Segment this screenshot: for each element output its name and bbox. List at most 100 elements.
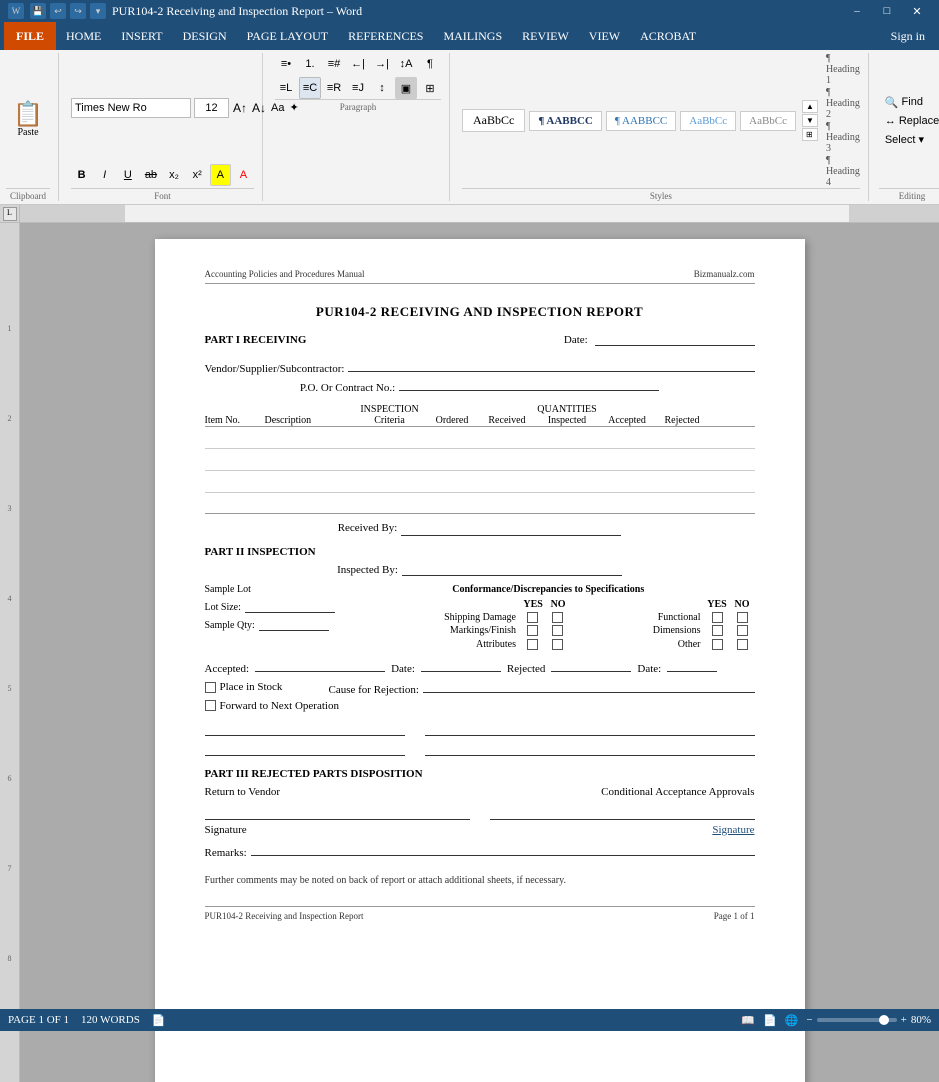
replace-button[interactable]: ↔ Replace: [879, 113, 939, 129]
editing-buttons: 🔍 Find ↔ Replace Select ▾: [879, 53, 939, 188]
decrease-indent-btn[interactable]: ←|: [347, 53, 369, 75]
decrease-font-btn[interactable]: A↓: [251, 97, 267, 119]
zoom-thumb: [879, 1015, 889, 1025]
dimensions-no-cb[interactable]: [737, 625, 748, 636]
view-read-btn[interactable]: 📖: [741, 1014, 755, 1027]
date-field: Date:: [564, 334, 755, 346]
increase-indent-btn[interactable]: →|: [371, 53, 393, 75]
select-button[interactable]: Select ▾: [879, 131, 939, 148]
part2-content: Sample Lot Lot Size: Sample Qty: Conform…: [205, 584, 755, 652]
signature-left-label: Signature: [205, 824, 247, 836]
multilevel-btn[interactable]: ≡#: [323, 53, 345, 75]
minimize-button[interactable]: –: [843, 0, 871, 22]
subscript-btn[interactable]: x₂: [164, 164, 185, 186]
style-heading4[interactable]: AaBbCc: [740, 111, 796, 131]
align-center-btn[interactable]: ≡C: [299, 77, 321, 99]
font-color-btn[interactable]: A: [233, 164, 254, 186]
markings-yes-cb[interactable]: [527, 625, 538, 636]
accepted-rejected-row: Accepted: Date: Rejected Date:: [205, 660, 755, 675]
bold-button[interactable]: B: [71, 164, 92, 186]
styles-row: AaBbCc ¶ AABBCC ¶ AABBCC AaBbCc AaBbCc ▲…: [462, 53, 860, 188]
close-button[interactable]: ✕: [903, 0, 931, 22]
style-heading3[interactable]: AaBbCc: [680, 111, 736, 131]
functional-yes-cb[interactable]: [712, 612, 723, 623]
shading-btn[interactable]: ▣: [395, 77, 417, 99]
paste-button[interactable]: 📋 Paste: [6, 99, 50, 142]
functional-no-cb[interactable]: [737, 612, 748, 623]
attributes-no-cb[interactable]: [552, 639, 563, 650]
font-size-input[interactable]: [194, 98, 229, 118]
customize-icon[interactable]: ▾: [90, 3, 106, 19]
table-row: [205, 470, 755, 492]
underline-button[interactable]: U: [117, 164, 138, 186]
place-stock-cb[interactable]: [205, 682, 216, 693]
bullets-btn[interactable]: ≡•: [275, 53, 297, 75]
shipping-label: Shipping Damage: [342, 612, 520, 623]
page-layout-menu[interactable]: PAGE LAYOUT: [237, 22, 338, 50]
attributes-yes-cb[interactable]: [527, 639, 538, 650]
ordered-col: Ordered: [425, 415, 480, 426]
sign-in-link[interactable]: Sign in: [881, 25, 935, 48]
paste-area[interactable]: 📋 Paste: [6, 53, 50, 188]
style-heading1[interactable]: ¶ AABBCC: [529, 111, 602, 131]
zoom-out-btn[interactable]: −: [806, 1014, 812, 1026]
ruler-num-7: 7: [8, 823, 12, 913]
page-count: PAGE 1 OF 1: [8, 1014, 69, 1027]
view-web-btn[interactable]: 🌐: [785, 1014, 799, 1027]
home-menu[interactable]: HOME: [56, 22, 111, 50]
paste-icon: 📋: [13, 103, 43, 127]
signature-right-link[interactable]: Signature: [712, 824, 754, 836]
design-menu[interactable]: DESIGN: [173, 22, 237, 50]
mailings-menu[interactable]: MAILINGS: [433, 22, 512, 50]
redo-icon[interactable]: ↪: [70, 3, 86, 19]
superscript-btn[interactable]: x²: [187, 164, 208, 186]
justify-btn[interactable]: ≡J: [347, 77, 369, 99]
no-label2: NO: [730, 599, 755, 610]
increase-font-btn[interactable]: A↑: [232, 97, 248, 119]
dimensions-yes-cb[interactable]: [712, 625, 723, 636]
markings-no-cb[interactable]: [552, 625, 563, 636]
font-name-input[interactable]: [71, 98, 191, 118]
shipping-no-cb[interactable]: [552, 612, 563, 623]
other-no-cb[interactable]: [737, 639, 748, 650]
sig-lines-row: [205, 806, 755, 820]
align-right-btn[interactable]: ≡R: [323, 77, 345, 99]
part2-heading: PART II INSPECTION: [205, 546, 755, 558]
doc-check-icon[interactable]: 📄: [152, 1014, 166, 1027]
rejected-date-line: [667, 660, 717, 672]
highlight-btn[interactable]: A: [210, 164, 231, 186]
zoom-in-btn[interactable]: +: [901, 1014, 907, 1026]
zoom-slider[interactable]: [817, 1018, 897, 1022]
references-menu[interactable]: REFERENCES: [338, 22, 433, 50]
find-button[interactable]: 🔍 Find: [879, 94, 939, 111]
view-print-btn[interactable]: 📄: [763, 1014, 777, 1027]
line-spacing-btn[interactable]: ↕: [371, 77, 393, 99]
insert-menu[interactable]: INSERT: [111, 22, 172, 50]
show-hide-btn[interactable]: ¶: [419, 53, 441, 75]
borders-btn[interactable]: ⊞: [419, 77, 441, 99]
strikethrough-btn[interactable]: ab: [140, 164, 161, 186]
shipping-yes-cb[interactable]: [527, 612, 538, 623]
zoom-control[interactable]: − + 80%: [806, 1014, 931, 1026]
window-controls: – □ ✕: [843, 0, 931, 22]
sort-btn[interactable]: ↕A: [395, 53, 417, 75]
acrobat-menu[interactable]: ACROBAT: [630, 22, 706, 50]
maximize-button[interactable]: □: [873, 0, 901, 22]
italic-button[interactable]: I: [94, 164, 115, 186]
ruler-marker[interactable]: L: [3, 207, 17, 221]
styles-scroll[interactable]: ▲ ▼ ⊞: [802, 100, 818, 141]
view-menu[interactable]: VIEW: [579, 22, 630, 50]
quantities-label: QUANTITIES: [425, 404, 710, 415]
part3-heading: PART III REJECTED PARTS DISPOSITION: [205, 768, 755, 780]
file-menu[interactable]: FILE: [4, 22, 56, 50]
save-icon[interactable]: 💾: [30, 3, 46, 19]
style-normal[interactable]: AaBbCc: [462, 109, 525, 132]
other-yes-cb[interactable]: [712, 639, 723, 650]
numbering-btn[interactable]: 1.: [299, 53, 321, 75]
align-left-btn[interactable]: ≡L: [275, 77, 297, 99]
review-menu[interactable]: REVIEW: [512, 22, 579, 50]
status-right: 📖 📄 🌐 − + 80%: [741, 1014, 931, 1027]
forward-op-cb[interactable]: [205, 700, 216, 711]
undo-icon[interactable]: ↩: [50, 3, 66, 19]
style-heading2[interactable]: ¶ AABBCC: [606, 111, 676, 131]
